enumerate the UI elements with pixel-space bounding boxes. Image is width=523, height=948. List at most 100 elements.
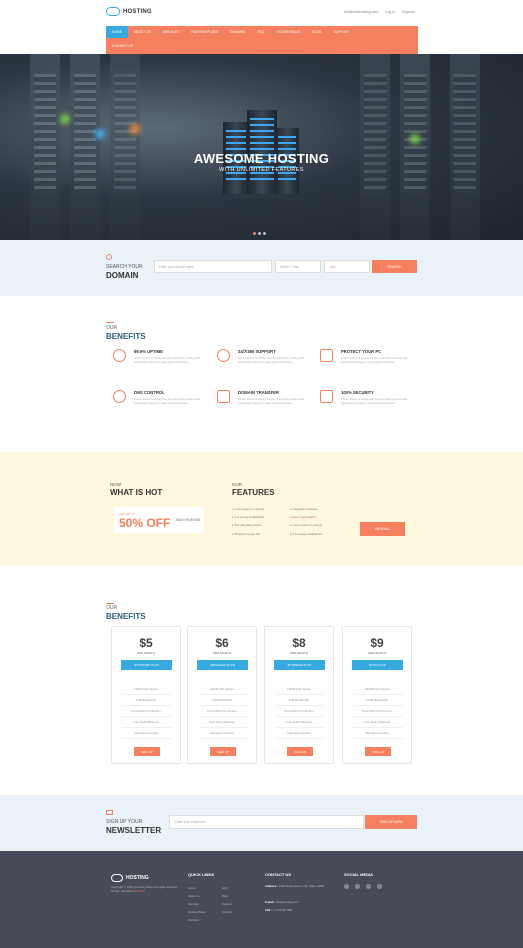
nav-item-testimonials[interactable]: TESTIMONIALS <box>270 26 306 38</box>
slider-dot[interactable] <box>263 232 266 235</box>
plan-feature: Free DDoS Protection <box>207 709 237 713</box>
twitter-icon[interactable]: t <box>355 884 360 889</box>
benefit-title: 99.9% UPTIME <box>134 349 163 354</box>
plan-signup-button[interactable]: SIGN UP <box>287 747 313 756</box>
search-button[interactable]: SEARCH <box>372 260 417 273</box>
footer <box>0 851 523 948</box>
plan-feature: 100GB Disk Space <box>364 687 390 691</box>
footer-link[interactable]: Hosting Plans <box>188 910 205 914</box>
pricing-card: $6 PER MONTH ADVANCED PLAN 20GB Disk Space 2… <box>187 626 257 764</box>
plan-feature-divider <box>275 738 325 739</box>
register-link[interactable]: Register <box>402 10 415 14</box>
nav-item-services[interactable]: SERVICES <box>157 26 186 38</box>
site-logo[interactable]: HOSTING <box>106 7 152 16</box>
nav-item-contact-us[interactable]: CONTACT US <box>106 41 139 51</box>
nav-item-blog[interactable]: BLOG <box>306 26 327 38</box>
server-rack-image <box>110 54 140 240</box>
led-glow <box>95 129 105 139</box>
footer-logo[interactable]: HOSTING <box>111 874 149 882</box>
plan-feature-divider <box>275 716 325 717</box>
slider-dot[interactable] <box>253 232 256 235</box>
footer-copyright: Copyright © 2016 Company Name All rights… <box>111 885 179 893</box>
footer-link[interactable]: Contact <box>222 910 232 914</box>
facebook-icon[interactable]: f <box>344 884 349 889</box>
gear-icon <box>113 390 126 403</box>
plan-price: $6 <box>215 636 229 650</box>
plan-name[interactable]: ADVANCED PLAN <box>197 660 248 670</box>
footer-link[interactable]: Domains <box>188 918 199 922</box>
plan-feature-divider <box>353 738 403 739</box>
offer-card[interactable]: GET UP TO 50% OFF EACH HOSTING <box>114 507 204 533</box>
offer-percent: 50% OFF <box>119 516 171 530</box>
domain-input[interactable]: Enter your domain name <box>154 260 272 273</box>
brand-name: HOSTING <box>123 8 152 15</box>
google-plus-icon[interactable]: g <box>377 884 382 889</box>
nav-item-domains[interactable]: DOMAINS <box>224 26 251 38</box>
newsletter-email-input[interactable]: Enter your email here <box>169 815 364 829</box>
benefit-text: Lorem ipsum is simply dummy text of the … <box>238 397 305 405</box>
plan-feature: Free DDoS Protection <box>131 709 161 713</box>
plan-feature: 1TB Bandwidth <box>135 698 157 702</box>
address-label: Address : <box>265 884 278 888</box>
benefit-title: PROTECT YOUR PC <box>341 349 382 354</box>
plan-feature: Free Daily Backups <box>132 720 159 724</box>
envelope-icon <box>106 810 113 815</box>
plan-name[interactable]: BUSINESS PLAN <box>274 660 325 670</box>
email-label: E-mail : <box>265 900 276 904</box>
footer-link[interactable]: Home <box>188 886 195 890</box>
linkedin-icon[interactable]: in <box>366 884 371 889</box>
nav-item-about-us[interactable]: ABOUT US <box>128 26 157 38</box>
pricing-heading: BENEFITS <box>106 612 146 621</box>
plan-feature-divider <box>353 716 403 717</box>
newsletter-signup-button[interactable]: SIGN UP NOW <box>365 815 417 829</box>
uptime-icon <box>113 349 126 362</box>
footer-link[interactable]: Blog <box>222 894 228 898</box>
plan-feature: 2TB Bandwidth <box>211 698 233 702</box>
plan-signup-button[interactable]: SIGN UP <box>365 747 391 756</box>
support-chat-icon <box>217 349 230 362</box>
plan-name[interactable]: STANDARD PLAN <box>121 660 172 670</box>
plan-feature: 10GB Disk Space <box>134 687 158 691</box>
nav-item-hosting-plans[interactable]: HOSTING PLANS <box>185 26 224 38</box>
footer-link[interactable]: About Us <box>188 894 200 898</box>
footer-link[interactable]: Support <box>222 902 232 906</box>
plan-feature: 20GB Disk Space <box>210 687 234 691</box>
pricing-card: $9 PER MONTH GOLD PLAN 100GB Disk Space 10TB… <box>342 626 412 764</box>
plan-feature: Managed Hosting <box>287 731 311 735</box>
benefit-title: DNS CONTROL <box>134 390 165 395</box>
plan-feature-divider <box>275 727 325 728</box>
phone-label: Call : <box>265 908 272 912</box>
view-all-button[interactable]: VIEW ALL <box>360 522 405 536</box>
laptop-icon <box>320 349 333 362</box>
footer-link[interactable]: Services <box>188 902 199 906</box>
copyright-link[interactable]: PHLOKS <box>133 889 144 893</box>
plan-feature-divider <box>198 705 248 706</box>
feature-item: The standard chunk <box>232 523 261 527</box>
feature-item: It is a long established <box>232 515 264 519</box>
login-link[interactable]: Log in <box>385 10 395 14</box>
tld-select[interactable]: .com <box>324 260 370 273</box>
plan-name[interactable]: GOLD PLAN <box>352 660 403 670</box>
led-glow <box>130 124 140 134</box>
top-email-link[interactable]: info@webhosting.com <box>344 10 379 14</box>
plan-signup-button[interactable]: SIGN UP <box>134 747 160 756</box>
plan-feature-divider <box>198 727 248 728</box>
nav-item-home[interactable]: HOME <box>106 26 128 38</box>
contact-title: CONTACT US <box>265 872 291 877</box>
plan-signup-button[interactable]: SIGN UP <box>210 747 236 756</box>
footer-link[interactable]: FAQ <box>222 886 228 890</box>
years-select[interactable]: Select 1 Year <box>275 260 321 273</box>
contact-address: Address : 1234 Street Name, City, State … <box>265 884 345 888</box>
plan-feature: Managed Hosting <box>134 731 158 735</box>
email-value[interactable]: info@hosting.com <box>276 900 298 904</box>
plan-price: $8 <box>292 636 306 650</box>
section-divider <box>106 322 114 323</box>
newsletter-label-small: SIGN UP YOUR <box>106 819 143 825</box>
nav-item-faq[interactable]: FAQ <box>251 26 270 38</box>
nav-item-support[interactable]: SUPPORT <box>327 26 355 38</box>
benefit-title: 100% SECURITY <box>341 390 375 395</box>
plan-feature-divider <box>275 705 325 706</box>
benefit-title: 24/7/365 SUPPORT <box>238 349 276 354</box>
plan-feature-divider <box>122 716 172 717</box>
slider-dot[interactable] <box>258 232 261 235</box>
